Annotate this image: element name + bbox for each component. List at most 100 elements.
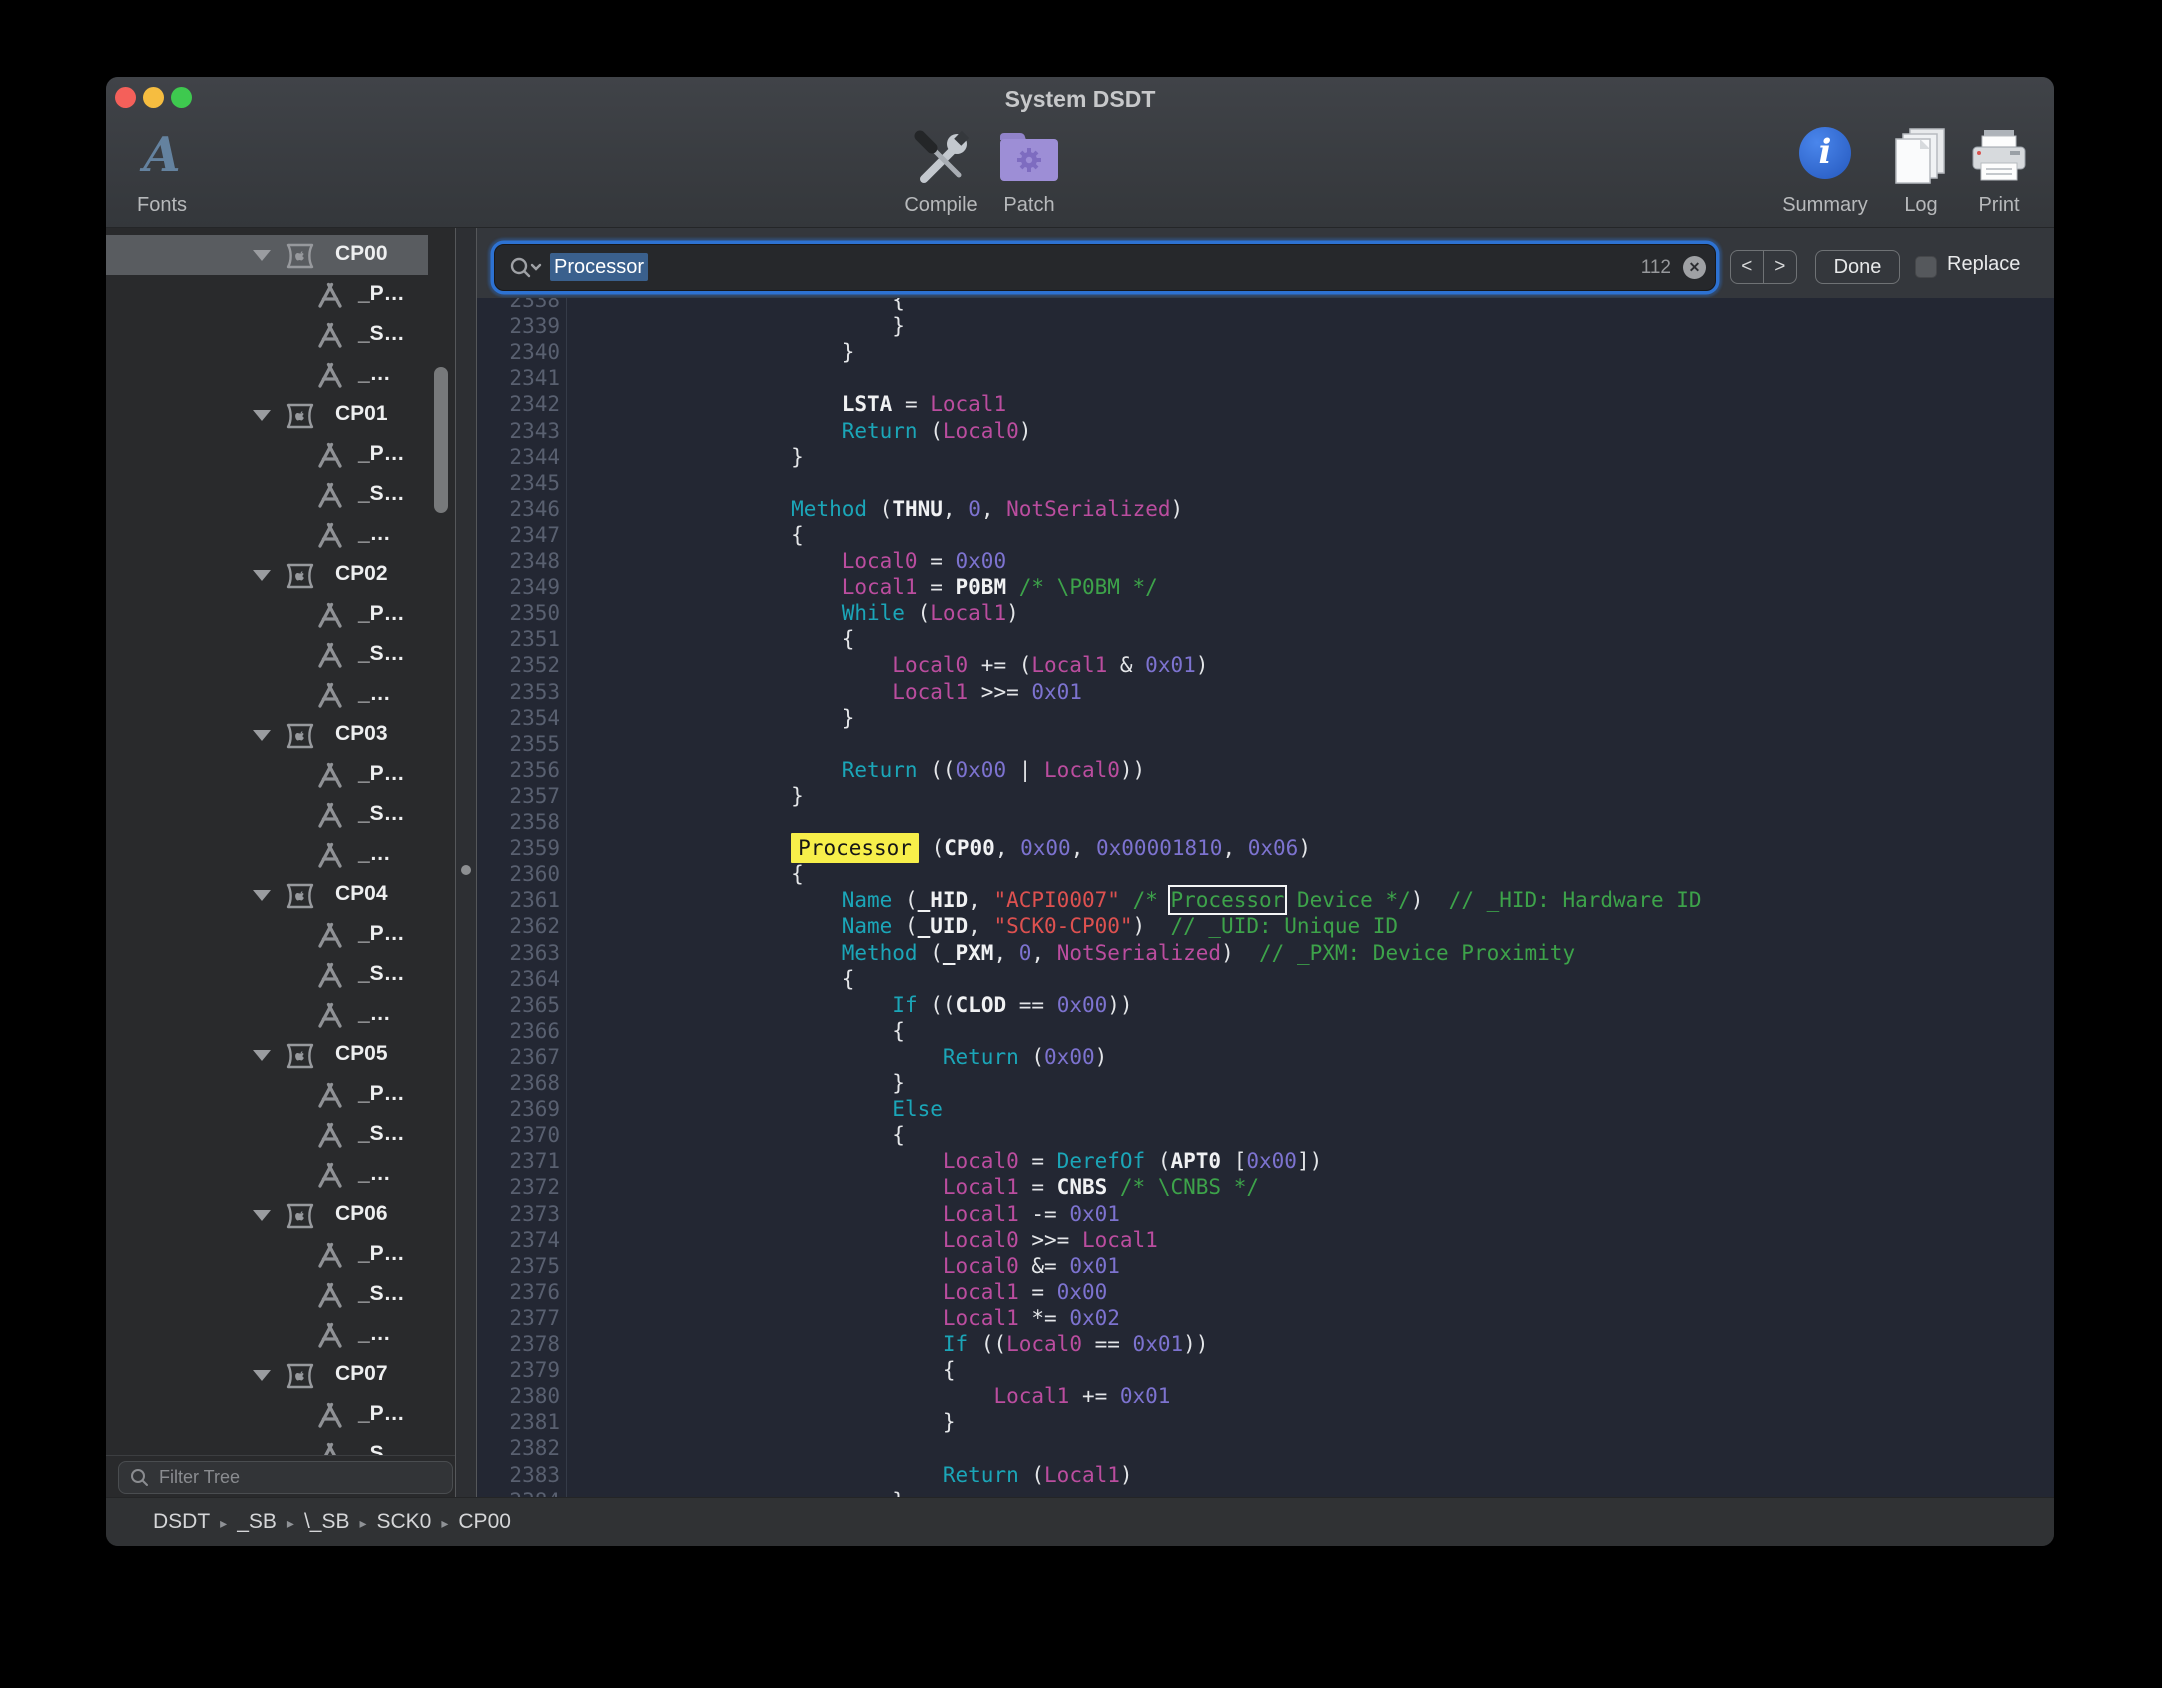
fonts-button[interactable]: A Fonts [126, 121, 198, 217]
replace-checkbox[interactable] [1915, 256, 1937, 278]
tree-leaf[interactable]: _… [106, 835, 455, 875]
method-node-icon [315, 522, 345, 554]
find-next-button[interactable]: > [1764, 251, 1797, 283]
tree-leaf[interactable]: _S… [106, 635, 455, 675]
tree-leaf-label: _P… [358, 922, 405, 946]
tree-leaf-label: _P… [358, 602, 405, 626]
disclosure-triangle-icon[interactable] [253, 1210, 271, 1221]
tree-node-cp06[interactable]: CP06 [106, 1195, 455, 1235]
code-line: { [690, 522, 804, 549]
code-line: } [690, 1488, 905, 1497]
tree-leaf-label: _… [358, 362, 391, 386]
zoom-button[interactable] [171, 87, 192, 108]
device-node-icon [285, 1362, 315, 1395]
tree-node-cp02[interactable]: CP02 [106, 555, 455, 595]
method-node-icon [315, 602, 345, 634]
tree-leaf[interactable]: _P… [106, 755, 455, 795]
split-divider[interactable] [455, 228, 477, 1497]
code-line: Return (0x00) [690, 1044, 1107, 1071]
tree-node-cp03[interactable]: CP03 [106, 715, 455, 755]
clear-search-icon[interactable]: ✕ [1683, 256, 1706, 279]
tree-leaf[interactable]: _S… [106, 1435, 455, 1455]
code-line: } [690, 444, 804, 471]
match-count: 112 [1641, 257, 1671, 279]
search-options-icon[interactable] [508, 255, 542, 281]
fonts-label: Fonts [126, 194, 198, 217]
disclosure-triangle-icon[interactable] [253, 410, 271, 421]
tree-leaf[interactable]: _… [106, 995, 455, 1035]
log-button[interactable]: Log [1885, 121, 1957, 217]
search-input[interactable]: Processor 112 ✕ [494, 244, 1716, 291]
line-number: 2365 [477, 992, 560, 1019]
tree-node-cp04[interactable]: CP04 [106, 875, 455, 915]
tree-leaf[interactable]: _P… [106, 1075, 455, 1115]
tree-leaf[interactable]: _… [106, 355, 455, 395]
tree-leaf[interactable]: _P… [106, 595, 455, 635]
tree-leaf[interactable]: _P… [106, 1395, 455, 1435]
method-node-icon [315, 1402, 345, 1434]
tree-leaf-label: _… [358, 1322, 391, 1346]
line-number: 2378 [477, 1331, 560, 1358]
code-line: } [690, 705, 854, 732]
breadcrumb: DSDT▸_SB▸\_SB▸SCK0▸CP00 [106, 1497, 2054, 1546]
tree-leaf[interactable]: _P… [106, 275, 455, 315]
breadcrumb-item[interactable]: CP00 [458, 1510, 511, 1534]
tree-leaf-label: _… [358, 1162, 391, 1186]
summary-button[interactable]: i Summary [1775, 121, 1875, 217]
close-button[interactable] [115, 87, 136, 108]
device-node-icon [285, 242, 315, 275]
tree-leaf[interactable]: _… [106, 515, 455, 555]
code-line: Local1 *= 0x02 [690, 1305, 1120, 1332]
disclosure-triangle-icon[interactable] [253, 1370, 271, 1381]
minimize-button[interactable] [143, 87, 164, 108]
code-editor[interactable]: 2338 {2339 }2340 }23412342 LSTA = Local1… [477, 298, 2054, 1497]
print-button[interactable]: Print [1963, 121, 2035, 217]
disclosure-triangle-icon[interactable] [253, 1050, 271, 1061]
disclosure-triangle-icon[interactable] [253, 570, 271, 581]
line-number: 2382 [477, 1435, 560, 1462]
tree-leaf-label: _… [358, 842, 391, 866]
compile-label: Compile [898, 194, 984, 217]
tree-leaf[interactable]: _S… [106, 315, 455, 355]
tree-leaf-label: _S… [358, 1442, 405, 1455]
disclosure-triangle-icon[interactable] [253, 250, 271, 261]
line-number: 2352 [477, 652, 560, 679]
patch-button[interactable]: Patch [990, 121, 1068, 217]
tree-leaf[interactable]: _S… [106, 475, 455, 515]
breadcrumb-item[interactable]: SCK0 [377, 1510, 432, 1534]
sidebar-scrollbar[interactable] [434, 367, 448, 513]
print-label: Print [1963, 194, 2035, 217]
tree-leaf[interactable]: _S… [106, 795, 455, 835]
line-number: 2364 [477, 966, 560, 993]
tree-leaf[interactable]: _P… [106, 915, 455, 955]
tree-leaf-label: _S… [358, 482, 405, 506]
line-number: 2373 [477, 1201, 560, 1228]
tree-node-cp01[interactable]: CP01 [106, 395, 455, 435]
tree-leaf[interactable]: _… [106, 1315, 455, 1355]
info-icon: i [1799, 127, 1851, 179]
tree-leaf[interactable]: _… [106, 1155, 455, 1195]
tree-node-cp05[interactable]: CP05 [106, 1035, 455, 1075]
code-line: Local0 = 0x00 [690, 548, 1006, 575]
tree-node-cp00[interactable]: CP00 [106, 235, 455, 275]
breadcrumb-item[interactable]: DSDT [153, 1510, 210, 1534]
window-title: System DSDT [1005, 86, 1156, 113]
compile-button[interactable]: Compile [898, 121, 984, 217]
tree-leaf-label: _P… [358, 1402, 405, 1426]
breadcrumb-item[interactable]: _SB [237, 1510, 277, 1534]
disclosure-triangle-icon[interactable] [253, 730, 271, 741]
tree-leaf[interactable]: _P… [106, 435, 455, 475]
code-line: Local1 -= 0x01 [690, 1201, 1120, 1228]
tree-leaf[interactable]: _S… [106, 1115, 455, 1155]
find-previous-button[interactable]: < [1731, 251, 1764, 283]
tree-leaf[interactable]: _S… [106, 955, 455, 995]
tree-leaf[interactable]: _… [106, 675, 455, 715]
breadcrumb-item[interactable]: \_SB [304, 1510, 350, 1534]
disclosure-triangle-icon[interactable] [253, 890, 271, 901]
method-node-icon [315, 642, 345, 674]
tree-leaf[interactable]: _P… [106, 1235, 455, 1275]
done-button[interactable]: Done [1815, 250, 1900, 284]
tree-node-cp07[interactable]: CP07 [106, 1355, 455, 1395]
filter-tree-input[interactable]: Filter Tree [118, 1461, 453, 1494]
tree-leaf[interactable]: _S… [106, 1275, 455, 1315]
